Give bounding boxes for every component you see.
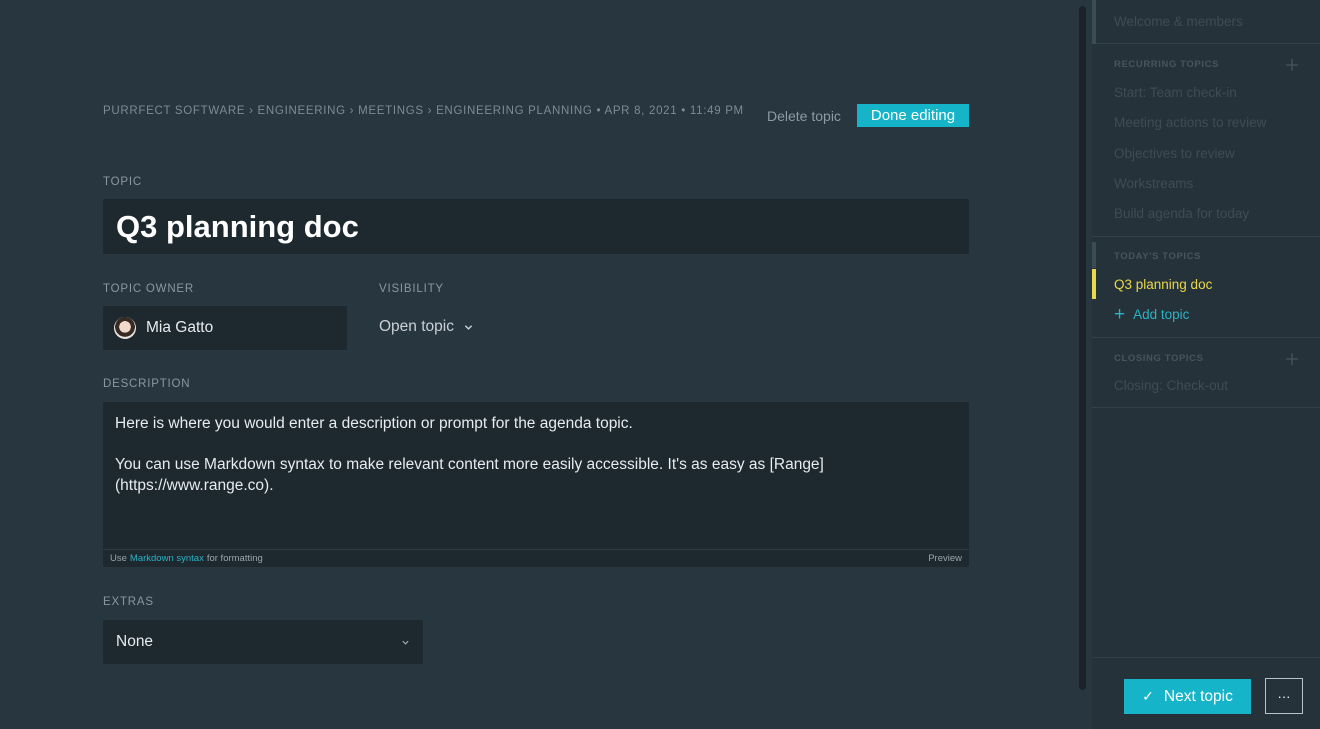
topic-owner-label: TOPIC OWNER [103,283,195,295]
sidebar-item-recurring[interactable]: Build agenda for today [1114,206,1249,221]
add-topic-label: Add topic [1133,307,1190,322]
avatar [114,317,136,339]
extras-select[interactable]: None [103,620,423,664]
sidebar-item-recurring[interactable]: Meeting actions to review [1114,115,1266,130]
active-topic-indicator [1092,269,1096,299]
topic-title-input[interactable]: Q3 planning doc [103,199,969,254]
more-options-button[interactable]: ··· [1265,678,1303,714]
footer-use-text: Use [110,553,127,564]
topic-editor: PURRFECT SOFTWARE › ENGINEERING › MEETIN… [0,0,1078,729]
recurring-topics-header: RECURRING TOPICS [1114,59,1219,70]
sidebar-item-active-topic[interactable]: Q3 planning doc [1114,277,1212,292]
sidebar-footer: ✓ Next topic ··· [1092,657,1320,729]
description-footer: Use Markdown syntax for formatting Previ… [103,549,969,567]
owner-name: Mia Gatto [146,319,214,336]
sidebar-item-closing[interactable]: Closing: Check-out [1114,378,1228,393]
section-indicator [1092,242,1096,268]
topic-title-text: Q3 planning doc [116,208,359,244]
markdown-syntax-link[interactable]: Markdown syntax [130,553,204,564]
sidebar-item-recurring[interactable]: Start: Team check-in [1114,85,1237,100]
done-editing-button[interactable]: Done editing [857,104,969,127]
extras-label: EXTRAS [103,596,154,608]
scrollbar[interactable] [1079,6,1086,690]
sidebar-item-recurring[interactable]: Workstreams [1114,176,1193,191]
visibility-label: VISIBILITY [379,283,444,295]
sidebar-item-welcome[interactable]: Welcome & members [1114,14,1243,29]
todays-topics-header: TODAY'S TOPICS [1114,251,1202,262]
add-closing-topic-icon[interactable] [1285,352,1299,366]
preview-button[interactable]: Preview [928,553,962,564]
agenda-sidebar: Welcome & members RECURRING TOPICS Start… [1092,0,1320,729]
description-textarea[interactable]: Here is where you would enter a descript… [103,402,969,567]
section-indicator [1092,0,1096,44]
delete-topic-button[interactable]: Delete topic [767,108,841,124]
plus-icon: + [1114,303,1126,325]
next-topic-label: Next topic [1163,687,1233,705]
description-text: Here is where you would enter a descript… [115,415,824,494]
topic-label: TOPIC [103,176,142,188]
recurring-topics-section: RECURRING TOPICS Start: Team check-in Me… [1092,44,1320,237]
add-recurring-topic-icon[interactable] [1285,58,1299,72]
sidebar-item-recurring[interactable]: Objectives to review [1114,146,1235,161]
next-topic-button[interactable]: ✓ Next topic [1124,679,1251,714]
chevron-down-icon [464,324,473,330]
checkmark-icon: ✓ [1142,688,1154,704]
welcome-section: Welcome & members [1092,0,1320,44]
closing-topics-section: CLOSING TOPICS Closing: Check-out [1092,338,1320,408]
extras-value: None [116,633,154,650]
description-label: DESCRIPTION [103,378,191,390]
add-topic-button[interactable]: + Add topic [1114,303,1190,325]
breadcrumb: PURRFECT SOFTWARE › ENGINEERING › MEETIN… [103,105,744,117]
visibility-dropdown[interactable]: Open topic [379,318,473,336]
topic-owner-select[interactable]: Mia Gatto [103,306,347,350]
closing-topics-header: CLOSING TOPICS [1114,353,1204,364]
footer-formatting-text: for formatting [206,553,263,564]
chevron-down-icon [402,640,409,645]
visibility-value: Open topic [379,318,454,335]
todays-topics-section: TODAY'S TOPICS Q3 planning doc + Add top… [1092,237,1320,338]
